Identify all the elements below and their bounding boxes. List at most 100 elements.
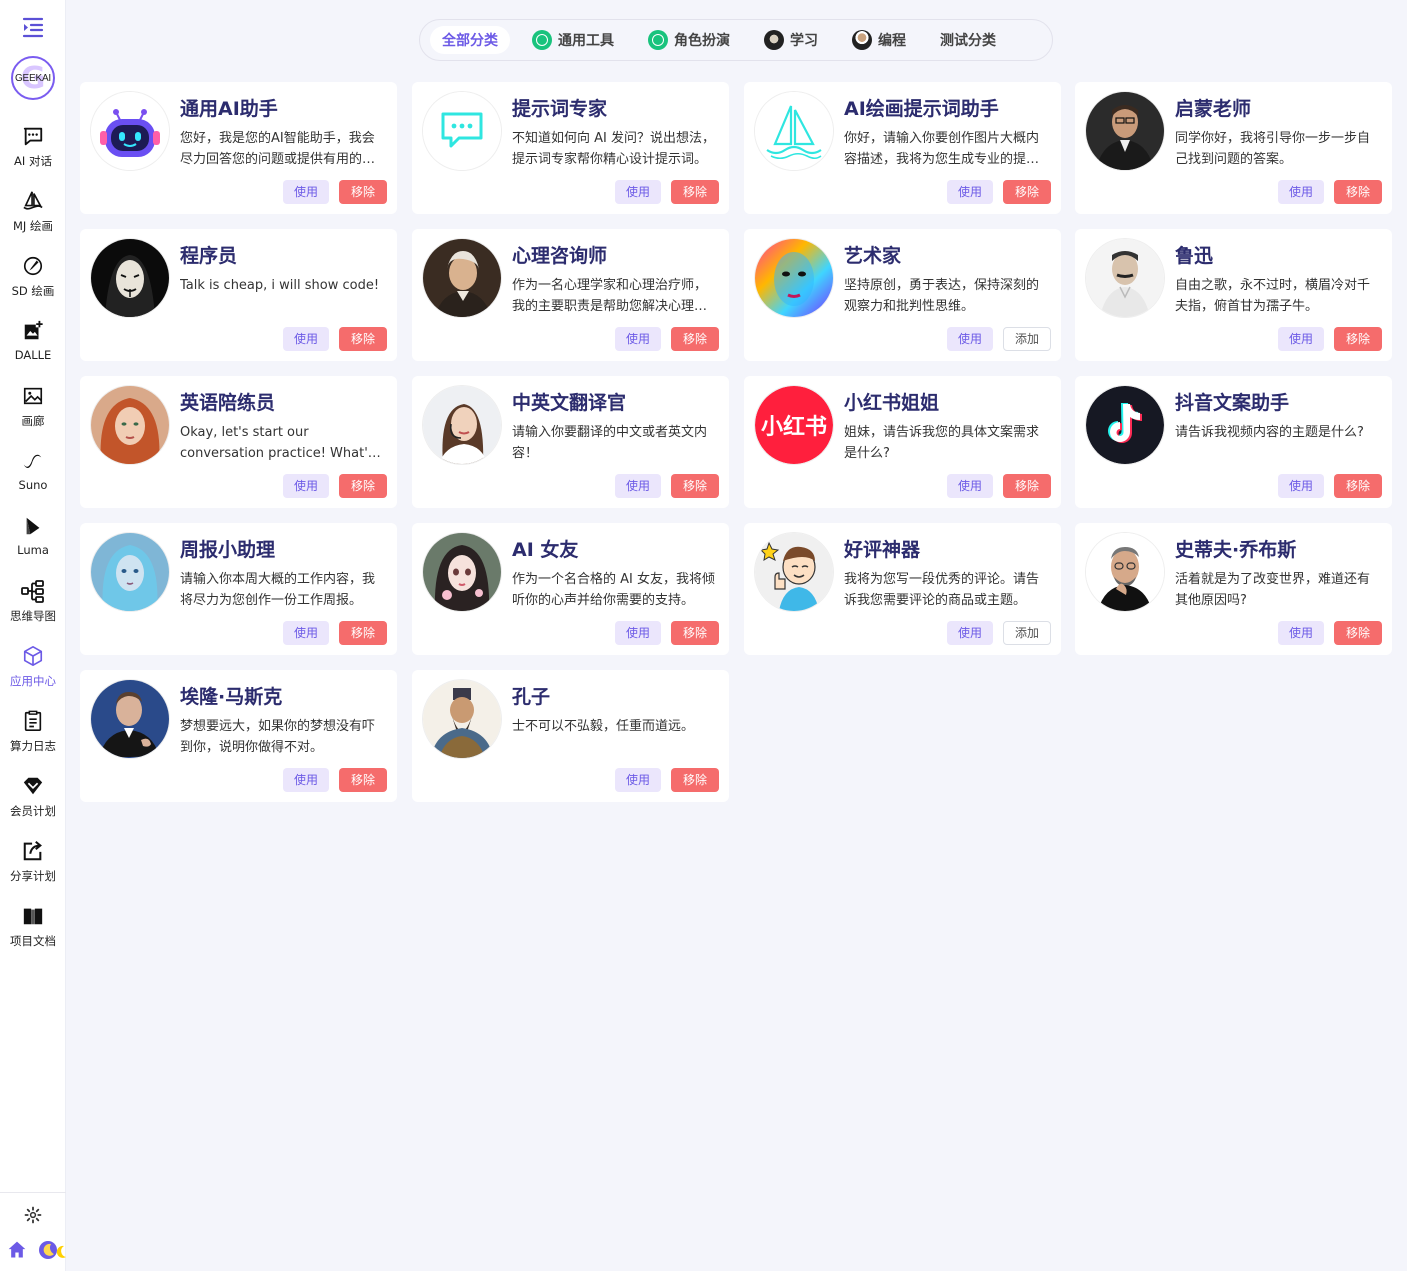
use-button[interactable]: 使用	[947, 474, 993, 498]
use-button[interactable]: 使用	[615, 180, 661, 204]
use-button[interactable]: 使用	[1278, 327, 1324, 351]
sidebar-item-luma[interactable]: Luma	[0, 510, 66, 575]
card-title: 英语陪练员	[180, 392, 276, 414]
sidebar-item-suno[interactable]: Suno	[0, 445, 66, 510]
mindmap-icon	[21, 579, 45, 603]
app-card: 英语陪练员 Okay, let's start our conversation…	[80, 376, 397, 508]
use-button[interactable]: 使用	[283, 474, 329, 498]
remove-button[interactable]: 移除	[671, 474, 719, 498]
use-button[interactable]: 使用	[947, 327, 993, 351]
use-button[interactable]: 使用	[1278, 621, 1324, 645]
luxun-avatar	[1086, 239, 1164, 317]
home-icon[interactable]	[7, 1240, 27, 1260]
xiaohongshu-logo: 小红书	[755, 386, 833, 464]
image-plus-icon	[21, 319, 45, 343]
remove-button[interactable]: 移除	[1003, 474, 1051, 498]
use-button[interactable]: 使用	[615, 768, 661, 792]
card-description: Talk is cheap, i will show code!	[180, 278, 380, 293]
gpt-logo-icon	[532, 30, 552, 50]
sidebar-item-mj[interactable]: MJ 绘画	[0, 185, 66, 250]
use-button[interactable]: 使用	[615, 621, 661, 645]
use-button[interactable]: 使用	[1278, 474, 1324, 498]
app-card: 孔子 士不可以不弘毅，任重而道远。 使用 移除	[412, 670, 729, 802]
palette-icon	[21, 254, 45, 278]
tab-label: 编程	[878, 33, 906, 49]
sidebar-item-power-log[interactable]: 算力日志	[0, 705, 66, 770]
tab-general-tools[interactable]: 通用工具	[520, 26, 626, 54]
chat-bubble-avatar	[423, 92, 501, 170]
remove-button[interactable]: 移除	[671, 180, 719, 204]
remove-button[interactable]: 移除	[1334, 180, 1382, 204]
use-button[interactable]: 使用	[947, 621, 993, 645]
remove-button[interactable]: 移除	[1003, 180, 1051, 204]
monk-avatar-icon	[764, 30, 784, 50]
theme-toggle-icon[interactable]	[38, 1240, 68, 1260]
tab-programming[interactable]: 编程	[840, 26, 918, 54]
remove-button[interactable]: 移除	[339, 180, 387, 204]
use-button[interactable]: 使用	[283, 180, 329, 204]
sidebar-item-label: 画廊	[21, 414, 45, 428]
sidebar-item-docs[interactable]: 项目文档	[0, 900, 66, 965]
remove-button[interactable]: 移除	[339, 327, 387, 351]
tab-learning[interactable]: 学习	[752, 26, 830, 54]
tab-all[interactable]: 全部分类	[430, 26, 510, 54]
use-button[interactable]: 使用	[615, 327, 661, 351]
sidebar-item-label: 应用中心	[10, 674, 56, 688]
app-card: 史蒂夫·乔布斯 活着就是为了改变世界，难道还有其他原因吗? 使用 移除	[1075, 523, 1392, 655]
use-button[interactable]: 使用	[283, 327, 329, 351]
app-card: 小红书 小红书姐姐 姐妹，请告诉我您的具体文案需求是什么? 使用 移除	[744, 376, 1061, 508]
use-button[interactable]: 使用	[1278, 180, 1324, 204]
sidebar-item-gallery[interactable]: 画廊	[0, 380, 66, 445]
remove-button[interactable]: 移除	[671, 768, 719, 792]
app-card: 抖音文案助手 请告诉我视频内容的主题是什么? 使用 移除	[1075, 376, 1392, 508]
use-button[interactable]: 使用	[283, 768, 329, 792]
remove-button[interactable]: 移除	[671, 327, 719, 351]
luma-icon	[21, 514, 45, 538]
card-title: 抖音文案助手	[1175, 392, 1290, 414]
remove-button[interactable]: 移除	[1334, 474, 1382, 498]
use-button[interactable]: 使用	[615, 474, 661, 498]
sidebar-item-mindmap[interactable]: 思维导图	[0, 575, 66, 640]
remove-button[interactable]: 移除	[339, 474, 387, 498]
add-button[interactable]: 添加	[1003, 621, 1051, 645]
remove-button[interactable]: 移除	[339, 768, 387, 792]
redhead-avatar	[91, 386, 169, 464]
remove-button[interactable]: 移除	[339, 621, 387, 645]
use-button[interactable]: 使用	[283, 621, 329, 645]
remove-button[interactable]: 移除	[671, 621, 719, 645]
share-icon	[21, 839, 45, 863]
sidebar-item-sd[interactable]: SD 绘画	[0, 250, 66, 315]
remove-button[interactable]: 移除	[1334, 327, 1382, 351]
sidebar-item-share[interactable]: 分享计划	[0, 835, 66, 900]
sidebar-item-ai-chat[interactable]: AI 对话	[0, 120, 66, 185]
tab-roleplay[interactable]: 角色扮演	[636, 26, 742, 54]
logo[interactable]: G GEEKAI	[11, 56, 55, 100]
musk-avatar	[91, 680, 169, 758]
sidebar-item-label: 思维导图	[10, 609, 56, 623]
tab-label: 测试分类	[940, 33, 996, 49]
card-title: 小红书姐姐	[844, 392, 940, 414]
remove-button[interactable]: 移除	[1334, 621, 1382, 645]
book-icon	[21, 904, 45, 928]
tab-test[interactable]: 测试分类	[928, 26, 1008, 54]
sidebar-item-label: 分享计划	[10, 869, 56, 883]
thumbs-up-boy-avatar	[755, 533, 833, 611]
card-description: 同学你好，我将引导你一步一步自己找到问题的答案。	[1175, 131, 1371, 167]
sidebar-item-label: 项目文档	[10, 934, 56, 948]
sidebar-item-membership[interactable]: 会员计划	[0, 770, 66, 835]
card-title: 中英文翻译官	[512, 392, 627, 414]
add-button[interactable]: 添加	[1003, 327, 1051, 351]
sidebar: G GEEKAI AI 对话 MJ 绘画 SD 绘画 DALLE 画廊 Suno	[0, 0, 66, 1271]
use-button[interactable]: 使用	[947, 180, 993, 204]
sidebar-item-app-center[interactable]: 应用中心	[0, 640, 66, 705]
card-title: 孔子	[512, 686, 551, 708]
app-card: 提示词专家 不知道如何向 AI 发问？说出想法，提示词专家帮你精心设计提示词。 …	[412, 82, 729, 214]
sidebar-item-label: SD 绘画	[11, 284, 55, 298]
menu-toggle-icon[interactable]	[22, 16, 44, 38]
gear-icon[interactable]	[24, 1206, 42, 1224]
sidebar-item-label: Luma	[17, 543, 49, 557]
sidebar-item-dalle[interactable]: DALLE	[0, 315, 66, 380]
sidebar-item-label: AI 对话	[14, 154, 52, 168]
app-card: AI绘画提示词助手 你好，请输入你要创作图片大概内容描述，我将为您生成专业的提示…	[744, 82, 1061, 214]
philosopher-avatar	[423, 239, 501, 317]
